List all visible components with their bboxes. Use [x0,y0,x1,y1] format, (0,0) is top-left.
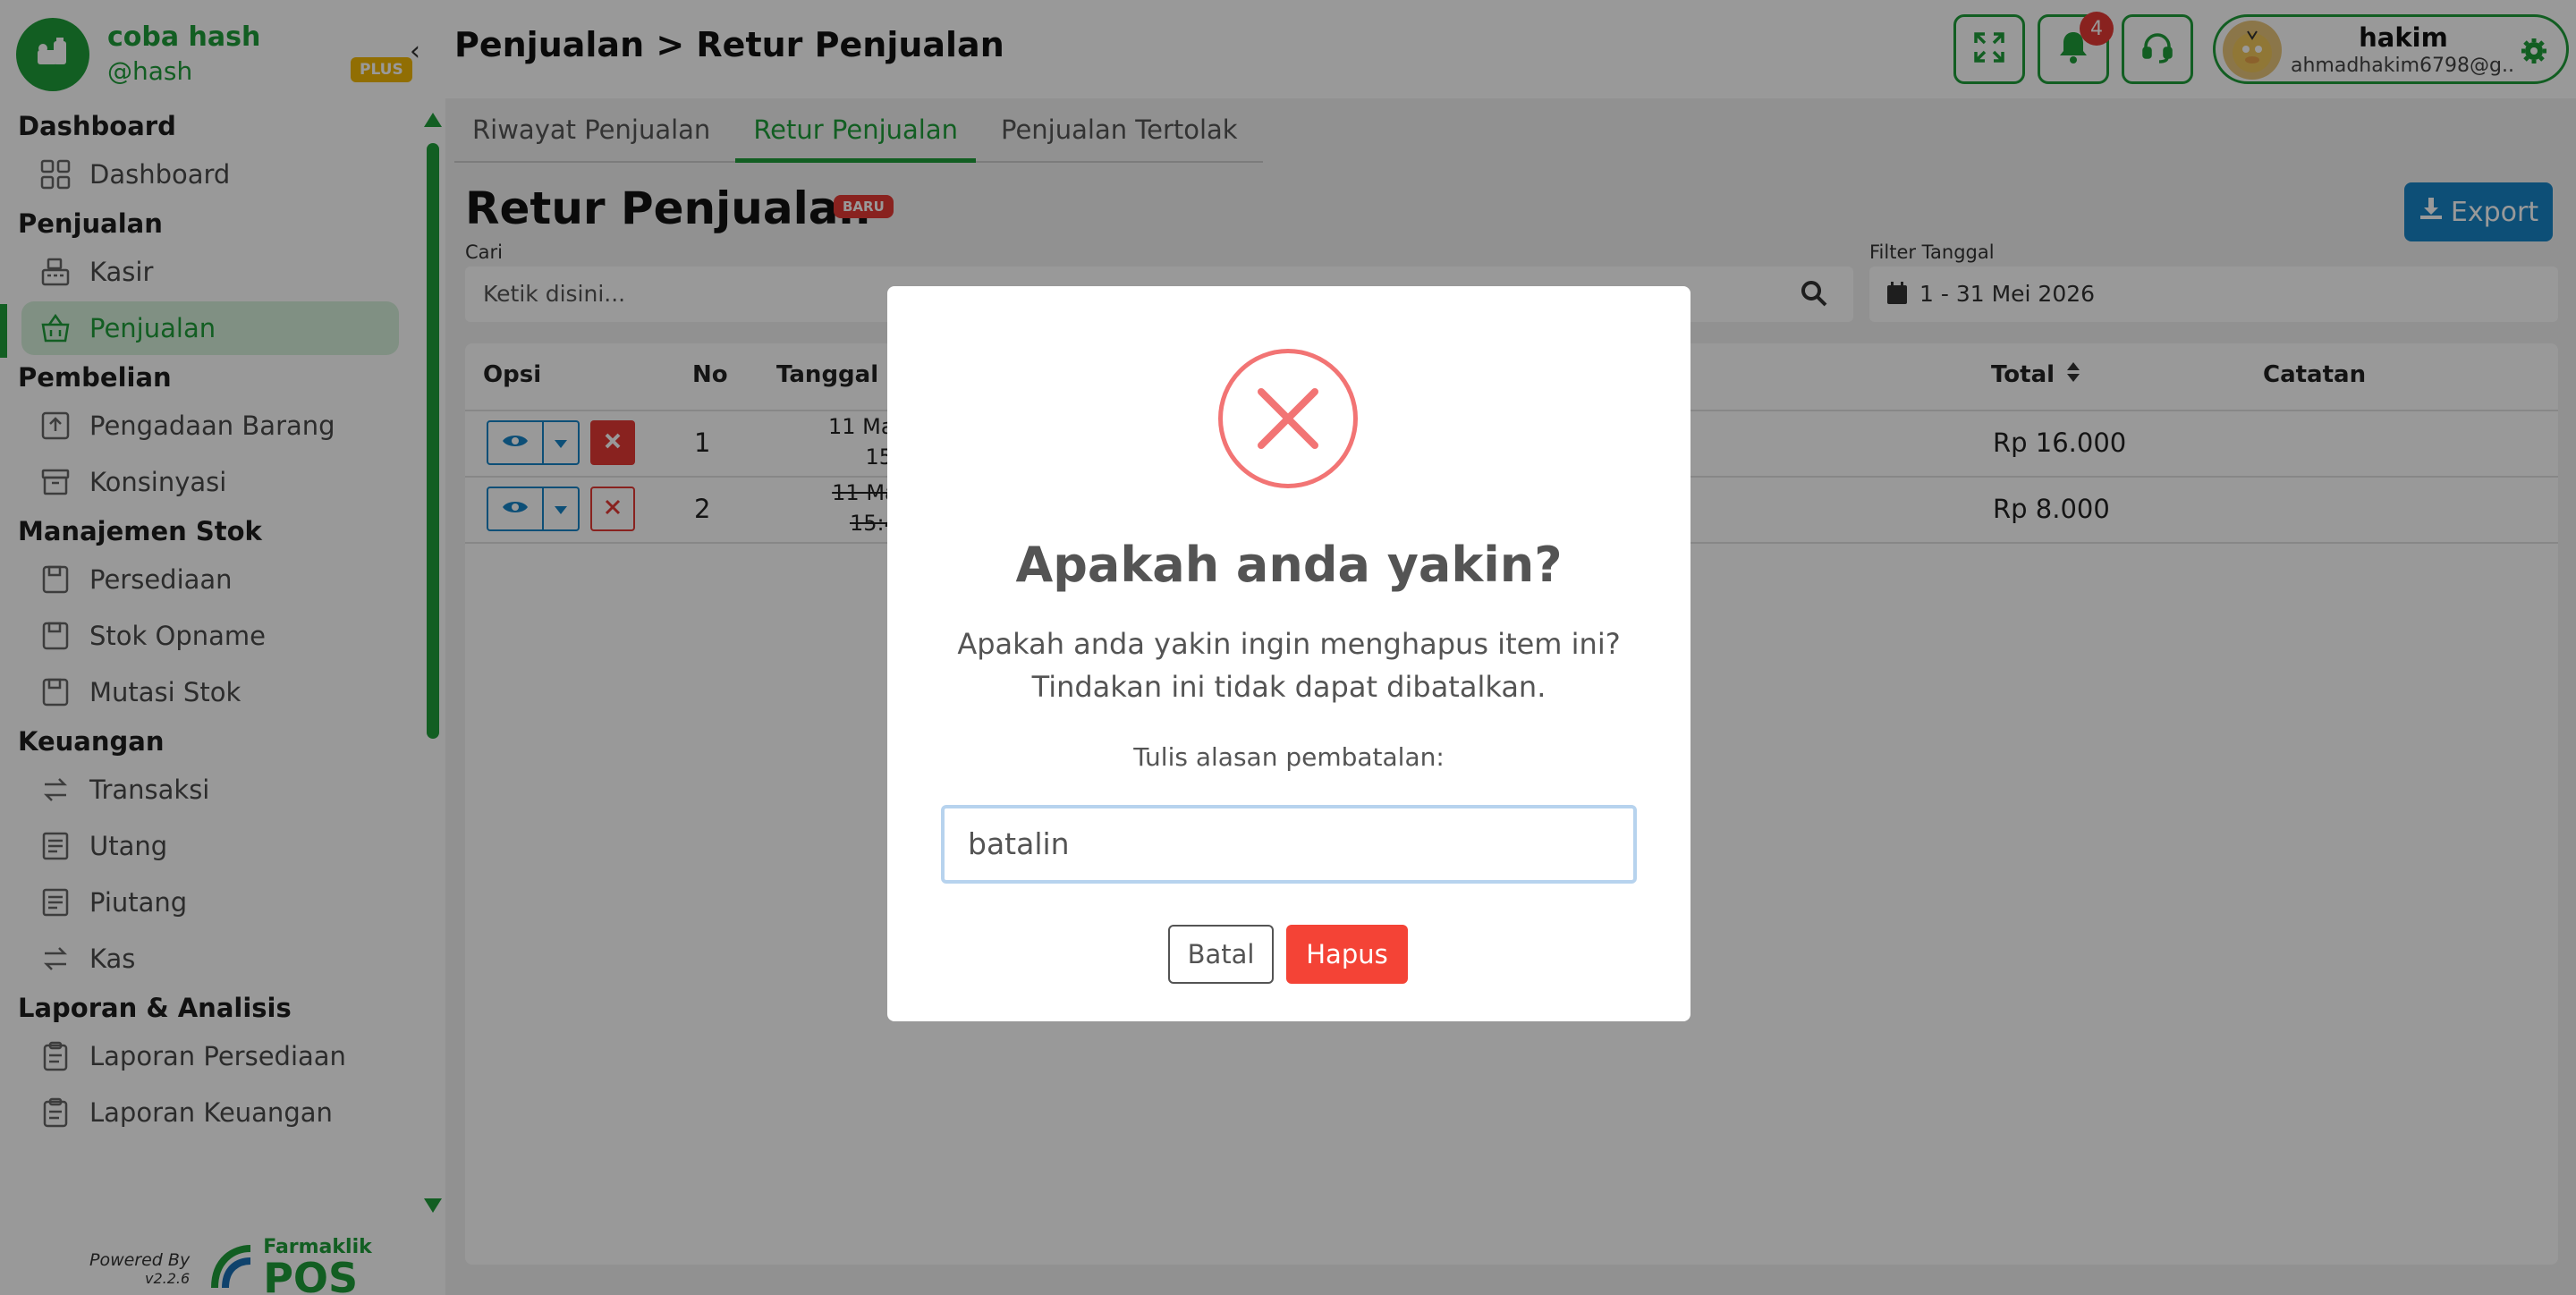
error-circle-icon [1218,349,1358,488]
dialog-message-line2: Tindakan ini tidak dapat dibatalkan. [1031,670,1546,704]
reason-input[interactable]: batalin [941,805,1637,884]
confirm-delete-button[interactable]: Hapus [1286,925,1408,984]
dialog-title: Apakah anda yakin? [1015,537,1563,593]
dialog-message: Apakah anda yakin ingin menghapus item i… [941,622,1637,708]
reason-label: Tulis alasan pembatalan: [1133,742,1445,772]
confirm-delete-dialog: Apakah anda yakin? Apakah anda yakin ing… [887,286,1690,1021]
dialog-message-line1: Apakah anda yakin ingin menghapus item i… [957,627,1621,661]
cancel-button[interactable]: Batal [1168,925,1274,984]
